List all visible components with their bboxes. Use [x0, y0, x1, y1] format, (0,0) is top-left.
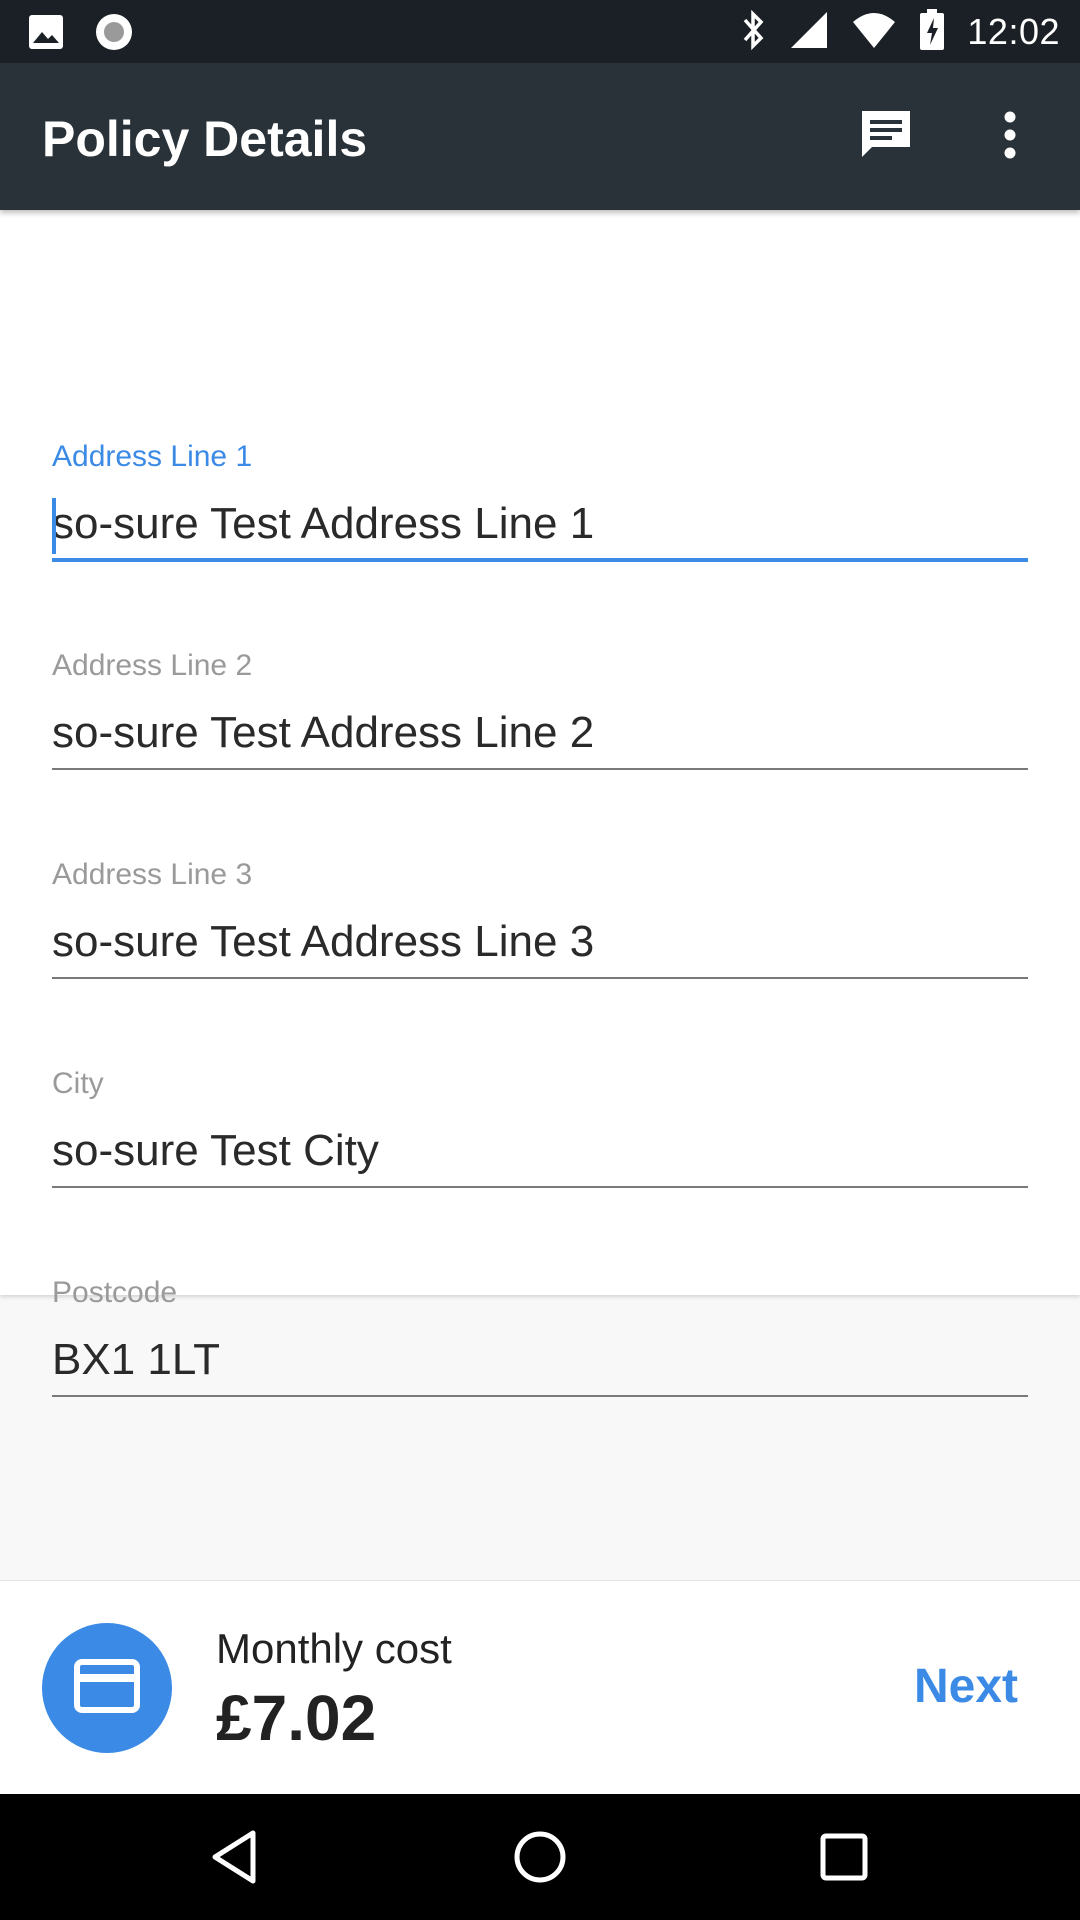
city-underline — [52, 1186, 1028, 1188]
address-line-3-input[interactable] — [52, 912, 1028, 972]
home-circle-icon — [510, 1831, 570, 1891]
recents-button[interactable] — [814, 1827, 874, 1887]
image-icon — [28, 14, 64, 55]
signal-icon — [789, 10, 829, 55]
chat-icon — [858, 107, 914, 168]
app-bar: Policy Details — [0, 63, 1080, 210]
address-line-3-label: Address Line 3 — [52, 858, 253, 891]
address-line-3-underline — [52, 977, 1028, 979]
system-navigation-bar — [0, 1794, 1080, 1920]
payment-card-button[interactable] — [42, 1623, 172, 1753]
record-icon — [94, 12, 134, 57]
bluetooth-icon — [739, 9, 767, 55]
city-field: City — [52, 1029, 1028, 1188]
more-options-button[interactable] — [978, 105, 1042, 169]
recents-square-icon — [814, 1833, 874, 1891]
text-cursor — [52, 498, 56, 554]
back-triangle-icon — [205, 1830, 265, 1891]
wifi-icon — [851, 10, 897, 55]
cost-summary-bar: Monthly cost £7.02 Next — [0, 1580, 1080, 1795]
address-line-1-field: Address Line 1 — [52, 402, 1028, 562]
monthly-cost-value: £7.02 — [216, 1682, 377, 1754]
postcode-underline — [52, 1395, 1028, 1397]
back-button[interactable] — [205, 1827, 265, 1887]
more-vert-icon — [1002, 111, 1018, 164]
address-line-2-field: Address Line 2 — [52, 611, 1028, 770]
home-button[interactable] — [510, 1827, 570, 1887]
postcode-input[interactable] — [52, 1330, 1028, 1390]
address-line-1-input[interactable] — [52, 494, 1028, 554]
page-title: Policy Details — [42, 111, 368, 167]
city-input[interactable] — [52, 1121, 1028, 1181]
monthly-cost-label: Monthly cost — [216, 1625, 452, 1672]
postcode-field: Postcode — [52, 1238, 1028, 1397]
address-line-1-underline — [52, 558, 1028, 562]
address-line-2-input[interactable] — [52, 703, 1028, 763]
next-button[interactable]: Next — [914, 1659, 1018, 1714]
address-line-2-label: Address Line 2 — [52, 649, 253, 682]
status-bar: 12:02 — [0, 0, 1080, 63]
clock-time: 12:02 — [967, 11, 1060, 52]
address-form: Address Line 1 Address Line 2 Address Li… — [0, 210, 1080, 1397]
address-line-2-underline — [52, 768, 1028, 770]
postcode-label: Postcode — [52, 1276, 178, 1309]
chat-button[interactable] — [854, 105, 918, 169]
battery-charging-icon — [919, 8, 945, 56]
city-label: City — [52, 1067, 104, 1100]
address-line-3-field: Address Line 3 — [52, 820, 1028, 979]
address-line-1-label: Address Line 1 — [52, 440, 253, 473]
credit-card-icon — [73, 1658, 141, 1719]
